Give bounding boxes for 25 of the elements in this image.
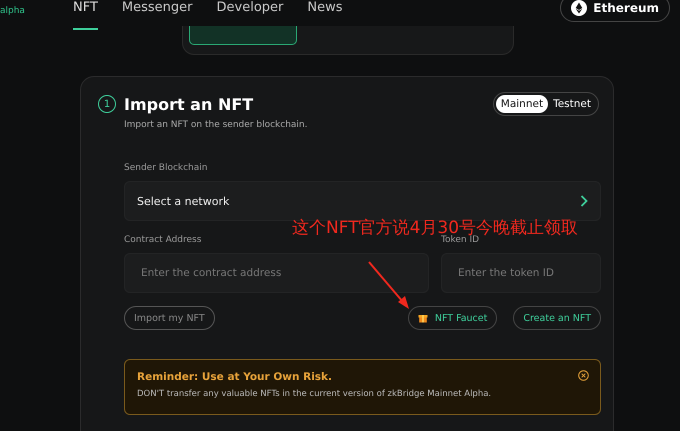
card-title: Import an NFT bbox=[124, 94, 254, 114]
nav-link[interactable]: Developer bbox=[216, 0, 284, 30]
action-button[interactable]: Create an NFT bbox=[513, 306, 601, 330]
field-label: Sender Blockchain bbox=[124, 163, 208, 173]
toggle-option[interactable]: Testnet bbox=[548, 95, 596, 113]
gift-icon bbox=[418, 313, 428, 323]
nav-link[interactable]: News bbox=[307, 0, 343, 30]
close-icon[interactable] bbox=[578, 370, 589, 381]
annotation-arrow bbox=[367, 260, 411, 310]
step-number: 1 bbox=[98, 95, 116, 113]
warning-title: Reminder: Use at Your Own Risk. bbox=[137, 371, 332, 383]
contract-address-field[interactable]: Enter the contract address bbox=[124, 253, 429, 293]
toggle-option[interactable]: Mainnet bbox=[496, 95, 548, 113]
network-button[interactable]: Ethereum bbox=[560, 0, 670, 22]
action-button[interactable]: NFT Faucet bbox=[408, 306, 498, 330]
chevron-right-icon bbox=[580, 195, 588, 207]
action-button[interactable]: Import my NFT bbox=[124, 306, 215, 330]
nav-link[interactable]: Messenger bbox=[122, 0, 193, 30]
logo-text: alpha bbox=[0, 6, 26, 16]
field-label: Token ID bbox=[441, 235, 480, 245]
field-label: Contract Address bbox=[124, 235, 202, 245]
warning-text: DON'T transfer any valuable NFTs in the current version of zkBridge Mainnet Alpha. bbox=[137, 389, 492, 399]
token-id-field[interactable]: Enter the token ID bbox=[441, 253, 601, 293]
card-subtitle: Import an NFT on the sender blockchain. bbox=[124, 120, 308, 130]
nav-link[interactable]: NFT bbox=[73, 0, 98, 30]
